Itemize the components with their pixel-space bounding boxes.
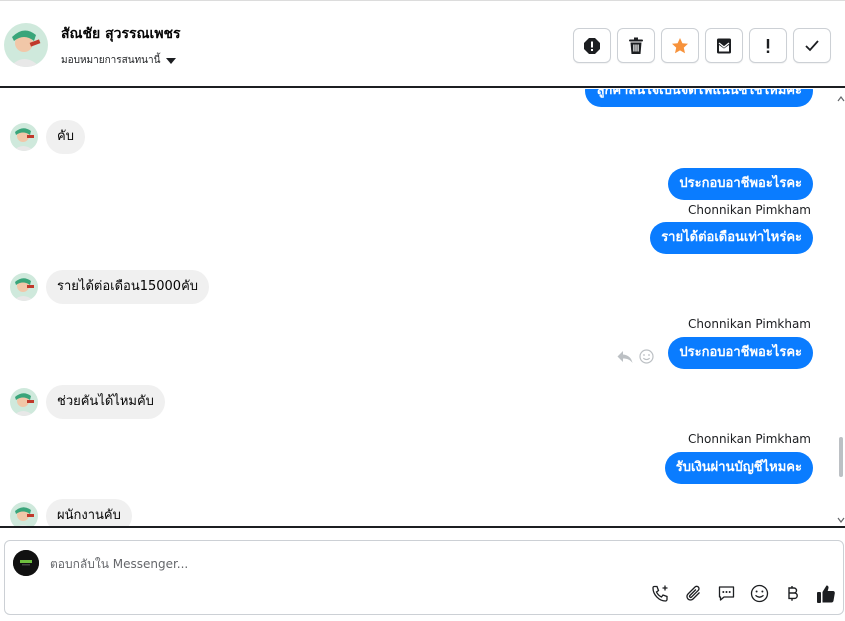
incoming-message-row: รายได้ต่อเดือน15000คับ [10, 270, 210, 304]
like-icon [816, 585, 835, 603]
incoming-message-row: ผนักงานคับ [10, 499, 132, 526]
trash-icon [629, 37, 643, 54]
assign-conversation-dropdown[interactable]: มอบหมายการสนทนานี้ [61, 53, 177, 68]
check-icon [805, 39, 819, 51]
reply-input[interactable] [50, 553, 650, 575]
mark-done-button[interactable] [793, 28, 831, 63]
attach-button[interactable] [683, 583, 704, 604]
contact-avatar-small [10, 123, 38, 151]
assign-label: มอบหมายการสนทนานี้ [61, 55, 161, 66]
react-emoji-icon[interactable] [639, 349, 654, 364]
saved-reply-button[interactable] [716, 583, 737, 604]
reply-icon[interactable] [617, 350, 633, 364]
call-button[interactable] [650, 583, 671, 604]
payment-button[interactable] [782, 583, 803, 604]
message-thread[interactable]: ลูกค้าสนใจเป็นจัดไฟแนนซ์ใช่ไหมคะ คับ ประ… [0, 89, 845, 528]
contact-avatar-small [10, 388, 38, 416]
message-hover-actions [617, 349, 654, 364]
incoming-message: คับ [46, 120, 85, 154]
conversation-header: สัณชัย สุวรรณเพชร มอบหมายการสนทนานี้ [0, 0, 845, 88]
mark-spam-button[interactable] [573, 28, 611, 63]
like-button[interactable] [815, 583, 836, 604]
scroll-thumb[interactable] [839, 437, 843, 477]
outgoing-message: ลูกค้าสนใจเป็นจัดไฟแนนซ์ใช่ไหมคะ [585, 89, 813, 107]
contact-name[interactable]: สัณชัย สุวรรณเพชร [61, 23, 181, 45]
call-add-icon [652, 585, 668, 602]
thread-scrollbar[interactable] [837, 89, 845, 526]
contact-avatar-small [10, 502, 38, 526]
scroll-up-icon[interactable] [837, 95, 845, 103]
outgoing-message: ประกอบอาชีพอะไรคะ [668, 337, 813, 369]
incoming-message-row: คับ [10, 120, 85, 154]
attachment-icon [686, 585, 700, 601]
incoming-message: ผนักงานคับ [46, 499, 132, 526]
sender-name: Chonnikan Pimkham [688, 317, 811, 331]
header-actions [573, 28, 831, 63]
alert-icon [584, 37, 600, 54]
envelope-icon [717, 38, 731, 53]
scroll-down-icon[interactable] [837, 516, 845, 524]
page-avatar [13, 550, 39, 576]
incoming-message-row: ช่วยคันได้ไหมคับ [10, 385, 165, 419]
contact-avatar-small [10, 273, 38, 301]
composer-tools [650, 583, 836, 604]
sender-name: Chonnikan Pimkham [688, 432, 811, 446]
reply-composer [4, 540, 844, 615]
outgoing-message: รับเงินผ่านบัญชีไหมคะ [664, 452, 813, 484]
exclamation-icon [766, 38, 770, 53]
mark-unread-button[interactable] [705, 28, 743, 63]
sender-name: Chonnikan Pimkham [688, 203, 811, 217]
emoji-button[interactable] [749, 583, 770, 604]
saved-reply-icon [718, 586, 735, 601]
outgoing-message: ประกอบอาชีพอะไรคะ [668, 168, 813, 200]
follow-up-button[interactable] [749, 28, 787, 63]
incoming-message: ช่วยคันได้ไหมคับ [46, 385, 165, 419]
incoming-message: รายได้ต่อเดือน15000คับ [46, 270, 210, 304]
star-button[interactable] [661, 28, 699, 63]
star-icon [672, 37, 688, 53]
emoji-icon [750, 584, 769, 603]
outgoing-message: รายได้ต่อเดือนเท่าไหร่คะ [650, 222, 813, 254]
delete-button[interactable] [617, 28, 655, 63]
caret-down-icon [166, 57, 177, 64]
baht-icon [788, 586, 798, 601]
contact-avatar[interactable] [4, 23, 48, 67]
